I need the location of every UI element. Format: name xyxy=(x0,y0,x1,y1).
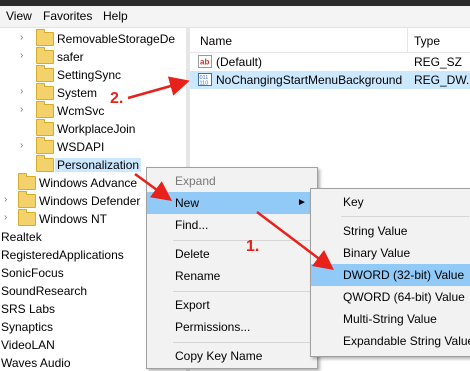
annotation-arrows xyxy=(127,76,334,271)
step-two-label: 2. xyxy=(110,90,124,107)
arrow-to-new-value xyxy=(127,76,190,100)
step-one-label: 1. xyxy=(246,238,260,255)
arrow-to-dword xyxy=(256,211,334,271)
arrow-to-new xyxy=(134,172,173,201)
